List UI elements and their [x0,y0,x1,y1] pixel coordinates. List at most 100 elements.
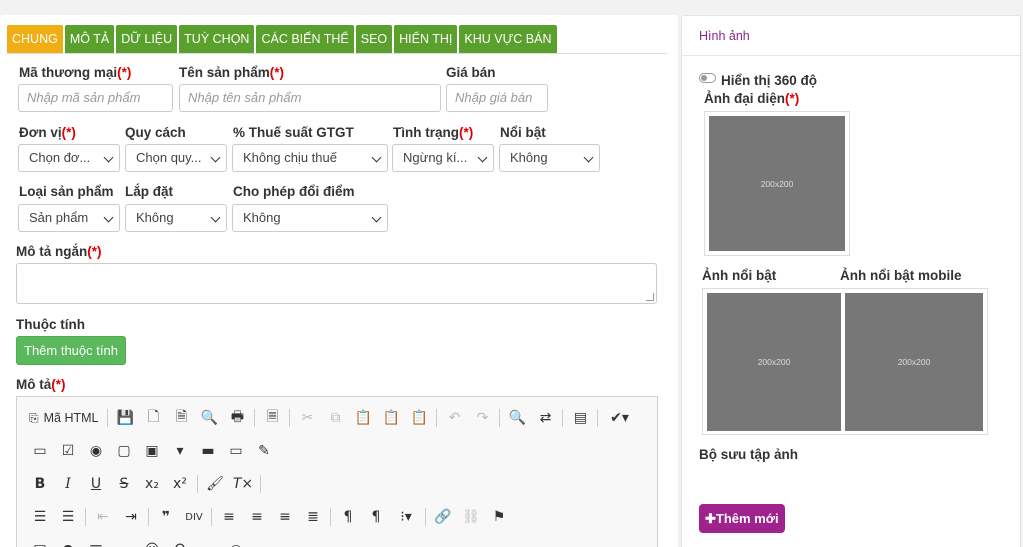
copy-icon[interactable]: ⧉ [321,407,349,429]
tab-description[interactable]: MÔ TẢ [64,25,115,53]
undo-icon[interactable]: ↶ [440,407,468,429]
remove-format-icon[interactable]: T× [229,473,257,495]
add-attribute-button[interactable]: Thêm thuộc tính [16,336,126,365]
tab-sales-region[interactable]: KHU VỰC BÁN [459,25,557,53]
preview-icon[interactable]: 🔍 [195,407,223,429]
page-break-icon[interactable]: ▭ [194,539,222,547]
select-field-icon[interactable]: ▾ [166,440,194,462]
subscript-icon[interactable]: x₂ [138,473,166,495]
name-input[interactable]: Nhập tên sản phẩm [179,84,441,112]
bold-icon[interactable]: B [26,473,54,495]
name-label: Tên sản phẩm(*) [179,65,285,80]
justify-icon[interactable]: ≣ [299,506,327,528]
underline-icon[interactable]: U [82,473,110,495]
short-desc-textarea[interactable] [16,263,657,304]
featured-image-label: Ảnh nổi bật [702,268,777,283]
resize-handle-icon[interactable] [646,293,654,301]
div-container-icon[interactable]: DIV [180,506,208,528]
unit-select[interactable]: Chọn đơ... [18,144,120,172]
add-image-button[interactable]: ✚Thêm mới [699,504,785,533]
image-icon[interactable]: ▣ [26,539,54,547]
paste-word-icon[interactable]: 📋 [405,407,433,429]
save-icon[interactable]: 💾 [111,407,139,429]
status-select[interactable]: Ngừng kí... [392,144,494,172]
special-char-icon[interactable]: Ω [166,539,194,547]
spec-select[interactable]: Chọn quy... [125,144,227,172]
points-label: Cho phép đổi điểm [233,184,355,199]
tab-data[interactable]: DỮ LIỆU [116,25,178,53]
featured-mobile-placeholder-image[interactable]: 200x200 [845,293,983,431]
align-right-icon[interactable]: ≡ [271,506,299,528]
gallery-label: Bộ sưu tập ảnh [699,447,799,462]
select-all-icon[interactable]: ▤ [566,407,594,429]
table-icon[interactable]: ▦ [82,539,110,547]
hidden-field-icon[interactable]: ✎ [250,440,278,462]
indent-icon[interactable]: ⇥ [117,506,145,528]
new-page-icon[interactable]: 🗋 [139,407,167,429]
editor-toolbar-row-1: ⎘ Mã HTML 💾 🗋 🗎 🔍 🖶 🗏 ✂ ⧉ 📋 📋 📋 ↶ ↷ 🔍 ⇄ ▤… [17,407,637,429]
horizontal-line-icon[interactable]: ― [110,539,138,547]
textarea-icon[interactable]: ▣ [138,440,166,462]
tab-display[interactable]: HIỂN THỊ [394,25,458,53]
button-icon[interactable]: ▬ [194,440,222,462]
flash-icon[interactable]: ● [54,539,82,547]
chevron-down-icon [210,152,221,163]
install-select[interactable]: Không [125,204,227,232]
find-icon[interactable]: 🔍 [503,407,531,429]
price-input[interactable]: Nhập giá bán [446,84,548,112]
cut-icon[interactable]: ✂ [293,407,321,429]
source-html-button[interactable]: ⎘ Mã HTML [17,407,104,429]
vat-select[interactable]: Không chịu thuế [232,144,388,172]
align-center-icon[interactable]: ≡ [243,506,271,528]
smiley-icon[interactable]: ☺ [138,539,166,547]
tab-general[interactable]: CHUNG [7,25,63,53]
anchor-flag-icon[interactable]: ⚑ [485,506,513,528]
export-pdf-icon[interactable]: 🗎 [167,407,195,429]
ltr-icon[interactable]: ¶ [334,506,362,528]
rich-text-editor: ⎘ Mã HTML 💾 🗋 🗎 🔍 🖶 🗏 ✂ ⧉ 📋 📋 📋 ↶ ↷ 🔍 ⇄ ▤… [16,396,658,547]
tab-variants[interactable]: CÁC BIẾN THỂ [256,25,354,53]
tab-seo[interactable]: SEO [355,25,393,53]
featured-placeholder-image[interactable]: 200x200 [707,293,841,431]
form-icon[interactable]: ▭ [26,440,54,462]
bulleted-list-icon[interactable]: ☰ [54,506,82,528]
tab-options[interactable]: TUỲ CHỌN [179,25,255,53]
toggle-360-switch[interactable] [699,73,716,83]
italic-icon[interactable]: I [54,473,82,495]
points-select[interactable]: Không [232,204,388,232]
numbered-list-icon[interactable]: ☰ [26,506,54,528]
avatar-label: Ảnh đại diện(*) [704,91,800,106]
product-type-select[interactable]: Sản phẩm [18,204,120,232]
blockquote-icon[interactable]: ❞ [152,506,180,528]
language-icon[interactable]: ⁝▾ [390,506,422,528]
link-icon[interactable]: 🔗 [429,506,457,528]
attributes-label: Thuộc tính [16,317,85,332]
copy-format-icon[interactable]: 🖌 [201,473,229,495]
templates-icon[interactable]: 🗏 [258,407,286,429]
short-desc-label: Mô tả ngắn(*) [16,244,102,259]
sku-input[interactable]: Nhập mã sản phẩm [18,84,173,112]
chevron-down-icon [210,212,221,223]
spellcheck-icon[interactable]: ✔▾ [601,407,637,429]
featured-select[interactable]: Không [499,144,600,172]
replace-icon[interactable]: ⇄ [531,407,559,429]
iframe-icon[interactable]: ◎ [222,539,250,547]
image-button-icon[interactable]: ▭ [222,440,250,462]
chevron-down-icon [103,212,114,223]
paste-text-icon[interactable]: 📋 [377,407,405,429]
superscript-icon[interactable]: x² [166,473,194,495]
strikethrough-icon[interactable]: S [110,473,138,495]
redo-icon[interactable]: ↷ [468,407,496,429]
featured-images-box: 200x200 200x200 [702,288,988,435]
avatar-image-box[interactable]: 200x200 [704,111,850,256]
print-icon[interactable]: 🖶 [223,407,251,429]
unlink-icon[interactable]: ⛓ [457,506,485,528]
radio-icon[interactable]: ◉ [82,440,110,462]
paste-icon[interactable]: 📋 [349,407,377,429]
text-field-icon[interactable]: ▢ [110,440,138,462]
rtl-icon[interactable]: ¶ [362,506,390,528]
unit-label: Đơn vị(*) [19,125,76,140]
outdent-icon[interactable]: ⇤ [89,506,117,528]
checkbox-icon[interactable]: ☑ [54,440,82,462]
align-left-icon[interactable]: ≡ [215,506,243,528]
